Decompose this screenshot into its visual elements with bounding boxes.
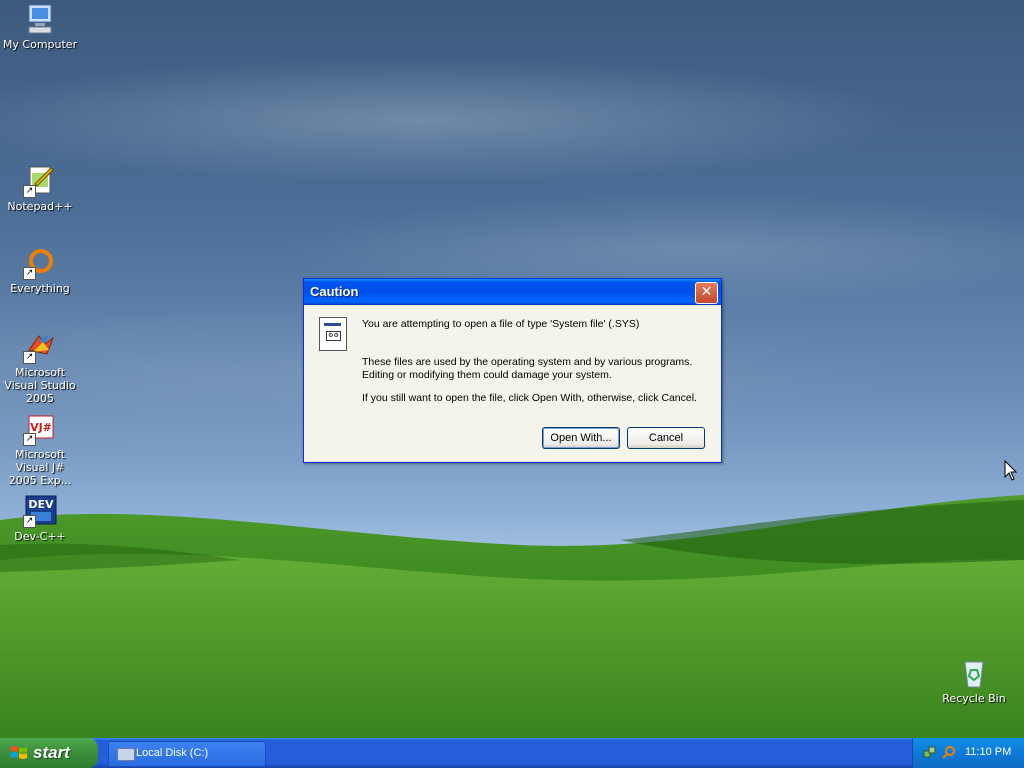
visual-jsharp-icon: VJ# ↗ — [23, 412, 57, 446]
dialog-message-warning: These files are used by the operating sy… — [362, 356, 693, 381]
visual-studio-icon: ↗ — [23, 330, 57, 364]
start-label: start — [33, 743, 70, 762]
desktop-icon-visual-studio-2005[interactable]: ↗ Microsoft Visual Studio 2005 — [0, 330, 80, 405]
start-button[interactable]: start — [0, 738, 98, 768]
desktop-icon-label: Everything — [10, 282, 70, 295]
desktop-icon-label: Notepad++ — [7, 200, 73, 213]
desktop-icon-label: Recycle Bin — [942, 692, 1006, 705]
notepad-plus-plus-icon: ↗ — [23, 164, 57, 198]
system-file-icon: ⚙⚙ — [319, 317, 347, 351]
desktop-icon-label: Microsoft Visual J# 2005 Exp... — [8, 448, 72, 487]
shortcut-arrow-icon: ↗ — [23, 515, 36, 528]
cancel-button[interactable]: Cancel — [627, 427, 705, 449]
desktop-icon-recycle-bin[interactable]: Recycle Bin — [934, 656, 1014, 705]
dialog-message-instructions: If you still want to open the file, clic… — [362, 392, 697, 404]
desktop-icon-label: My Computer — [2, 38, 78, 51]
shortcut-arrow-icon: ↗ — [23, 267, 36, 280]
dialog-message-filetype: You are attempting to open a file of typ… — [362, 318, 640, 330]
desktop-icon-notepad-plus-plus[interactable]: ↗ Notepad++ — [0, 164, 80, 213]
taskbar-item-label: Local Disk (C:) — [136, 747, 209, 759]
mouse-cursor-icon — [1004, 460, 1018, 481]
dialog-title: Caution — [310, 284, 359, 299]
my-computer-icon — [23, 2, 57, 36]
taskbar-item-local-disk[interactable]: Local Disk (C:) — [108, 741, 266, 767]
windows-logo-icon — [11, 746, 27, 759]
clock[interactable]: 11:10 PM — [965, 746, 1011, 758]
drive-icon — [117, 748, 135, 761]
desktop-icon-dev-cpp[interactable]: DEV ↗ Dev-C++ — [0, 494, 80, 543]
shortcut-arrow-icon: ↗ — [23, 185, 36, 198]
dev-cpp-icon: DEV ↗ — [23, 494, 57, 528]
caution-dialog: Caution ✕ ⚙⚙ You are attempting to open … — [303, 278, 722, 463]
svg-text:DEV: DEV — [28, 498, 54, 511]
desktop-icon-everything[interactable]: ↗ Everything — [0, 246, 80, 295]
shortcut-arrow-icon: ↗ — [23, 351, 36, 364]
everything-icon: ↗ — [23, 246, 57, 280]
desktop-icon-visual-jsharp-2005[interactable]: VJ# ↗ Microsoft Visual J# 2005 Exp... — [0, 412, 80, 487]
recycle-bin-icon — [957, 656, 991, 690]
open-with-button[interactable]: Open With... — [542, 427, 620, 449]
dialog-titlebar[interactable]: Caution ✕ — [304, 279, 721, 305]
taskbar: start Local Disk (C:) 11:10 PM — [0, 738, 1024, 768]
shortcut-arrow-icon: ↗ — [23, 433, 36, 446]
desktop-icon-my-computer[interactable]: My Computer — [0, 2, 80, 51]
close-button[interactable]: ✕ — [695, 282, 718, 304]
desktop-icon-label: Microsoft Visual Studio 2005 — [4, 366, 76, 405]
network-icon[interactable] — [923, 745, 937, 759]
desktop-icon-label: Dev-C++ — [14, 530, 66, 543]
system-tray: 11:10 PM — [912, 738, 1024, 768]
search-tool-icon[interactable] — [942, 745, 956, 759]
